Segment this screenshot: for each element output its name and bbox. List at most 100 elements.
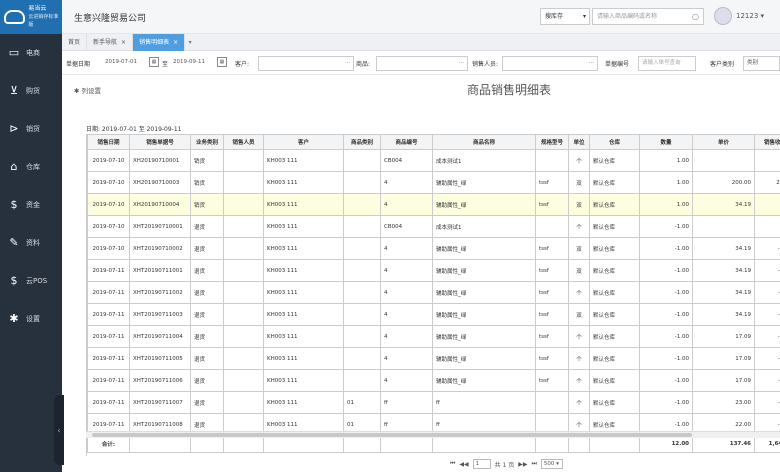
avatar[interactable] [714,7,732,25]
column-header[interactable]: 数量 [639,134,693,150]
sidebar-item-2[interactable]: ⊳ 销货 [0,110,62,148]
table-cell: 退货 [190,303,224,326]
table-cell: 辅助属性_绿 [432,281,536,304]
page-number-input[interactable]: 1 [472,459,491,469]
table-row[interactable]: 2019-07-11 XHT20190711005 退货 KH003 111 4 辅助属性… [87,347,780,370]
table-cell: KH003 111 [263,303,344,326]
table-cell: 默认仓库 [589,347,640,370]
logo-subtitle: 云进销存标准版 [28,14,59,28]
next-page-icon[interactable]: ▶▶ [518,461,527,468]
sidebar-item-4[interactable]: $ 资金 [0,186,62,224]
table-row[interactable]: 2019-07-10 XHT20190710001 退货 KH003 111 CB004… [87,215,780,238]
column-header[interactable]: 商品编号 [380,134,433,150]
date-to-field[interactable]: 2019-09-11 [170,56,214,71]
sidebar-item-label: 仓库 [26,163,40,171]
column-header[interactable]: 商品名称 [432,134,536,150]
sidebar-item-5[interactable]: ✎ 资料 [0,224,62,262]
prev-page-icon[interactable]: ◀◀ [459,461,468,468]
table-cell: -34.1 [754,259,780,282]
table-cell: 4 [380,325,433,348]
table-cell: 1.00 [639,193,693,216]
sidebar-item-label: 电商 [26,49,40,57]
column-header[interactable]: 单价 [692,134,755,150]
table-cell: 辅助属性_绿 [432,259,536,282]
calendar-icon[interactable]: ▦ [217,57,227,67]
sidebar-item-label: 资料 [26,239,40,247]
date-from-field[interactable]: 2019-07-01 [102,56,146,71]
table-row[interactable]: 2019-07-11 XHT20190711007 退货 KH003 111 01 ff f… [87,391,780,414]
customer-field[interactable]: ··· [258,56,354,71]
page-size-select[interactable]: 500 ▾ [540,459,563,469]
table-cell: KH003 111 [263,369,344,392]
column-header[interactable]: 销售人员 [223,134,264,150]
table-cell: 4 [380,347,433,370]
sidebar-item-6[interactable]: $ 云POS [0,262,62,300]
column-header[interactable]: 规格型号 [535,134,569,150]
more-icon[interactable]: ··· [589,57,594,70]
logo[interactable]: 易当云 云进销存标准版 [0,0,62,34]
column-header[interactable]: 仓库 [589,134,640,150]
tab-guide[interactable]: 新手导航 × [87,34,134,51]
user-menu[interactable]: 12123 ▾ [736,12,764,20]
last-page-icon[interactable]: ⏭ [532,460,537,468]
total-cell [223,435,264,453]
table-cell: 个 [568,347,590,370]
table-row[interactable]: 2019-07-11 XHT20190711006 退货 KH003 111 4 辅助属性… [87,369,780,392]
goods-field[interactable]: ··· [376,56,468,71]
column-header[interactable]: 业务类别 [190,134,224,150]
table-row[interactable]: 2019-07-10 XH20190710001 销货 KH003 111 CB004 成… [87,149,780,172]
column-header[interactable]: 销售日期 [87,134,130,150]
cart-icon: ⊻ [9,84,19,97]
table-row[interactable]: 2019-07-11 XHT20190711001 退货 KH003 111 4 辅助属性… [87,259,780,282]
tab-sales-detail[interactable]: 销售明细表 × [133,34,186,51]
close-icon[interactable]: × [121,39,126,46]
column-header[interactable]: 销售收入 [754,134,780,150]
tab-more-icon[interactable]: ▾ [185,34,195,50]
gear-icon: ✱ [74,87,82,95]
table-cell [223,215,264,238]
goods-search-input[interactable]: 请输入商品编码或名称 ○ [592,8,704,25]
first-page-icon[interactable]: ⏮ [450,460,455,468]
table-cell [343,215,381,238]
table-cell: -1.00 [639,281,693,304]
table-row[interactable]: 2019-07-10 XH20190710004 销货 KH003 111 4 辅助属性_… [87,193,780,216]
table-cell: -1.00 [639,369,693,392]
stock-search-select[interactable]: 搜库存 ▾ [540,8,590,25]
sidebar-item-1[interactable]: ⊻ 购货 [0,72,62,110]
table-row[interactable]: 2019-07-10 XHT20190710002 退货 KH003 111 4 辅助属性… [87,237,780,260]
search-icon[interactable]: ○ [692,9,699,24]
salesman-field[interactable]: ··· [502,56,598,71]
customer-category-field[interactable]: 类别 [743,56,780,71]
table-row[interactable]: 2019-07-10 XH20190710003 销货 KH003 111 4 辅助属性_… [87,171,780,194]
column-header[interactable]: 销售单据号 [129,134,191,150]
total-cell [343,435,381,453]
table-cell: 4 [380,237,433,260]
table-cell: 个 [568,369,590,392]
column-header[interactable]: 商品类别 [343,134,381,150]
sidebar-item-7[interactable]: ✱ 设置 [0,300,62,338]
table-row[interactable]: 2019-07-11 XHT20190711002 退货 KH003 111 4 辅助属性… [87,281,780,304]
tab-label: 新手导航 [93,39,118,46]
more-icon[interactable]: ··· [459,57,464,70]
horizontal-scrollbar[interactable] [86,431,780,438]
table-cell: 23.00 [692,391,755,414]
sidebar-item-0[interactable]: ▭ 电商 [0,34,62,72]
more-icon[interactable]: ··· [345,57,350,70]
tab-home[interactable]: 首页 [62,34,88,51]
table-row[interactable]: 2019-07-11 XHT20190711004 退货 KH003 111 4 辅助属性… [87,325,780,348]
sidebar-collapse-button[interactable]: ‹ [54,395,64,465]
column-settings-button[interactable]: ✱ 列设置 [74,85,101,95]
calendar-icon[interactable]: ▦ [149,57,159,67]
bill-number-input[interactable]: 请输入单号查询 [638,56,696,71]
table-cell [343,325,381,348]
table-cell [223,259,264,282]
column-header[interactable]: 客户 [263,134,344,150]
table-cell: XHT20190711001 [129,259,191,282]
close-icon[interactable]: × [173,39,178,46]
scrollbar-thumb[interactable] [92,433,692,437]
sidebar-item-3[interactable]: ⌂ 仓库 [0,148,62,186]
column-header[interactable]: 单位 [568,134,590,150]
gear-icon: ✱ [9,312,19,325]
table-cell: 默认仓库 [589,259,640,282]
table-row[interactable]: 2019-07-11 XHT20190711003 退货 KH003 111 4 辅助属性… [87,303,780,326]
